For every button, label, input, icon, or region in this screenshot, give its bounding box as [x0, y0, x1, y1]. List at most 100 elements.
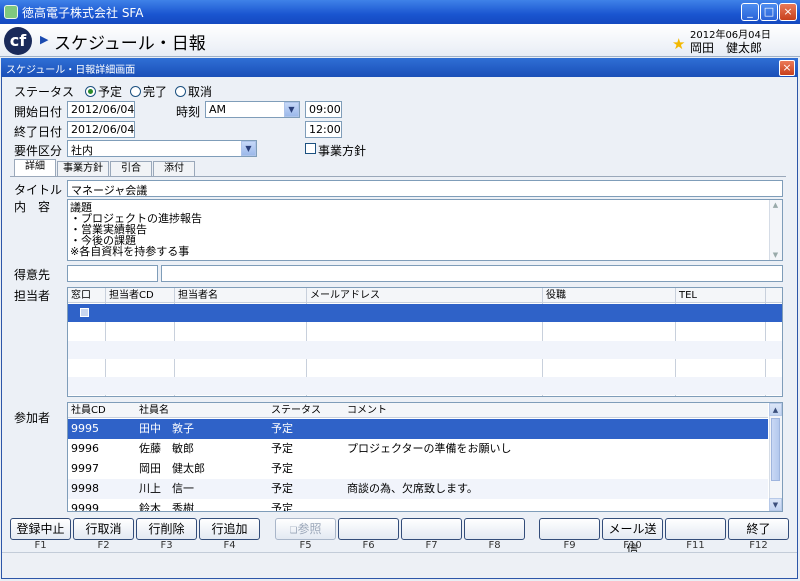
reference-label: 参照 [297, 522, 322, 536]
participant-row[interactable]: 9999 鈴木 秀樹 予定 [68, 499, 768, 511]
status-option-planned: 予定 [98, 85, 123, 99]
maximize-button[interactable]: □ [760, 3, 778, 21]
fkey-label: F11 [686, 540, 705, 551]
staff-grid[interactable]: 窓口 担当者CD 担当者名 メールアドレス 役職 TEL [67, 287, 783, 397]
staff-row[interactable] [68, 304, 782, 322]
column-header[interactable]: 社員名 [139, 403, 169, 418]
content-textarea[interactable]: 議題 ・プロジェクトの進捗報告 ・営業実績報告 ・今後の課題 ※各自資料を持参す… [67, 199, 783, 261]
f11-button[interactable] [665, 518, 726, 540]
fkey-label: F8 [488, 540, 501, 551]
participant-row[interactable]: 9998 川上 信一 予定 商談の為、欠席致します。 [68, 479, 768, 499]
send-mail-button[interactable]: メール送信 [602, 518, 663, 556]
start-date-input[interactable]: 2012/06/04 [67, 101, 135, 118]
customer-name-input[interactable] [161, 265, 783, 282]
participant-cd: 9996 [71, 442, 99, 455]
row-add-button[interactable]: 行追加 [199, 518, 260, 540]
dropdown-icon[interactable]: ▼ [284, 102, 299, 117]
fkey-label: F6 [362, 540, 375, 551]
page-title: スケジュール・日報 [54, 34, 206, 54]
f8-button[interactable] [464, 518, 525, 540]
status-option-done: 完了 [143, 85, 168, 99]
content-line: ・営業実績報告 [70, 223, 147, 236]
dialog-title: スケジュール・日報詳細画面 [6, 65, 136, 76]
scroll-down-icon[interactable]: ▼ [769, 498, 782, 511]
scroll-up-icon[interactable]: ▲ [770, 201, 781, 209]
end-time-input[interactable]: 12:00 [305, 121, 342, 138]
category-select[interactable]: 社内 [67, 140, 257, 157]
participant-row[interactable]: 9995 田中 敦子 予定 [68, 419, 768, 439]
row-delete-button[interactable]: 行削除 [136, 518, 197, 540]
title-label: タイトル [14, 183, 63, 197]
column-header[interactable]: 社員CD [71, 403, 106, 418]
column-header[interactable]: ステータス [271, 403, 321, 418]
customer-code-input[interactable] [67, 265, 158, 282]
user-name: 岡田 健太郎 [690, 41, 763, 55]
participant-cd: 9995 [71, 422, 99, 435]
participants-grid-header [68, 403, 768, 418]
exit-button[interactable]: 終了 [728, 518, 789, 540]
fkey-label: F4 [223, 540, 236, 551]
participants-grid[interactable]: 社員CD 社員名 ステータス コメント 9995 田中 敦子 予定 9996 佐… [67, 402, 783, 512]
tab-attachment[interactable]: 添付 [153, 161, 195, 176]
status-radio-planned[interactable] [85, 86, 96, 97]
reference-icon: ❏ [289, 526, 298, 536]
staff-row [68, 377, 782, 395]
contact-checkbox[interactable] [80, 308, 89, 317]
participant-cd: 9997 [71, 462, 99, 475]
fkey-label: F9 [563, 540, 576, 551]
reference-button[interactable]: ❏参照 [275, 518, 336, 540]
status-label: ステータス [14, 85, 75, 99]
participant-name: 佐藤 敏郎 [139, 442, 194, 455]
content-line: ・プロジェクトの進捗報告 [70, 212, 202, 225]
participant-status: 予定 [271, 482, 293, 495]
business-policy-checkbox[interactable] [305, 143, 316, 154]
f6-button[interactable] [338, 518, 399, 540]
customer-label: 得意先 [14, 268, 51, 282]
title-input[interactable]: マネージャ会議 [67, 180, 783, 197]
participant-row[interactable]: 9997 岡田 健太郎 予定 [68, 459, 768, 479]
app-icon [4, 5, 18, 19]
fkey-label: F7 [425, 540, 438, 551]
participant-status: 予定 [271, 462, 293, 475]
cancel-registration-button[interactable]: 登録中止 [10, 518, 71, 540]
participant-comment: 商談の為、欠席致します。 [347, 482, 478, 495]
fkey-label: F10 [623, 540, 642, 551]
row-cancel-button[interactable]: 行取消 [73, 518, 134, 540]
participants-label: 参加者 [14, 411, 51, 425]
scroll-thumb[interactable] [771, 418, 780, 481]
tab-inquiry[interactable]: 引合 [110, 161, 152, 176]
participant-cd: 9998 [71, 482, 99, 495]
f9-button[interactable] [539, 518, 600, 540]
dropdown-icon[interactable]: ▼ [241, 141, 256, 156]
fkey-label: F3 [160, 540, 173, 551]
participant-status: 予定 [271, 422, 293, 435]
participant-row[interactable]: 9996 佐藤 敏郎 予定 プロジェクターの準備をお願いし [68, 439, 768, 459]
category-label: 要件区分 [14, 144, 63, 158]
dialog-close-button[interactable]: × [779, 60, 795, 76]
window-close-button[interactable]: × [779, 3, 797, 21]
scroll-down-icon[interactable]: ▼ [770, 251, 781, 259]
logo-icon: cf [4, 27, 32, 55]
minimize-button[interactable]: _ [741, 3, 759, 21]
status-radio-done[interactable] [130, 86, 141, 97]
fkey-label: F2 [97, 540, 110, 551]
column-header[interactable]: コメント [347, 403, 387, 418]
arrow-icon: ▶ [40, 33, 49, 46]
status-option-cancel: 取消 [188, 85, 213, 99]
content-line: ※各自資料を持参する事 [70, 245, 190, 258]
staff-row [68, 341, 782, 359]
start-time-input[interactable]: 09:00 [305, 101, 342, 118]
staff-label: 担当者 [14, 289, 51, 303]
status-radio-cancel[interactable] [175, 86, 186, 97]
time-period-value: AM [209, 103, 227, 116]
f7-button[interactable] [401, 518, 462, 540]
start-date-label: 開始日付 [14, 105, 63, 119]
end-date-label: 終了日付 [14, 125, 63, 139]
tab-divider [10, 176, 786, 177]
participant-name: 田中 敦子 [139, 422, 194, 435]
tab-detail[interactable]: 詳細 [14, 159, 56, 176]
end-date-input[interactable]: 2012/06/04 [67, 121, 135, 138]
tab-business-policy[interactable]: 事業方針 [57, 161, 109, 176]
scroll-up-icon[interactable]: ▲ [769, 403, 782, 416]
time-label: 時刻 [176, 105, 201, 119]
